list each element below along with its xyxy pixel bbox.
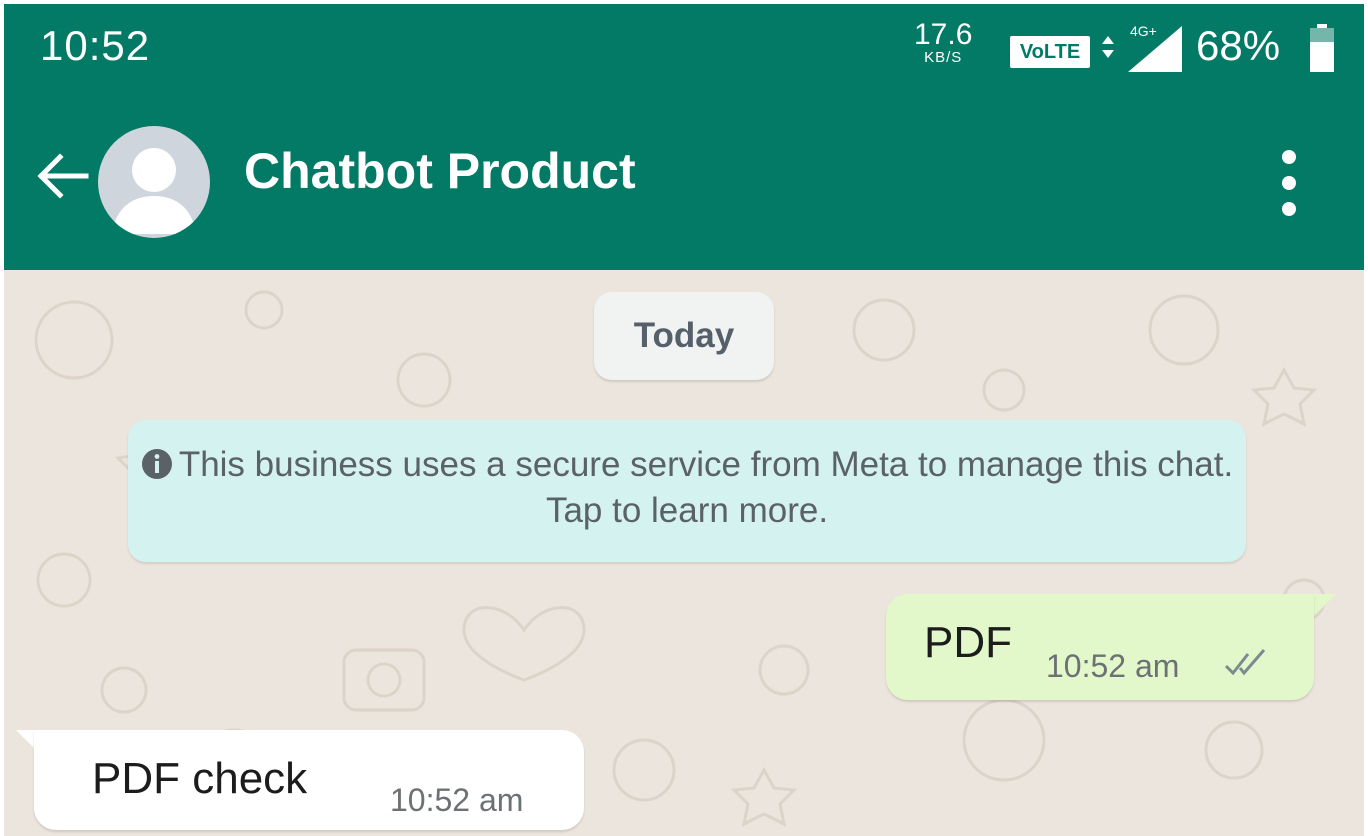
- status-bar: 10:52 17.6 KB/S VoLTE 4G+ 68%: [4, 4, 1364, 96]
- notice-text: This business uses a secure service from…: [178, 445, 1234, 530]
- battery-fill: [1310, 42, 1334, 72]
- battery-icon: [1310, 24, 1334, 72]
- info-icon: [141, 449, 172, 479]
- read-double-check-icon: [1224, 649, 1266, 676]
- contact-avatar[interactable]: [98, 126, 210, 238]
- message-text: PDF check: [92, 754, 308, 803]
- message-time: 10:52 am: [390, 782, 524, 818]
- data-down-arrow-icon: [1102, 50, 1114, 58]
- avatar-placeholder-icon: [112, 148, 196, 234]
- volte-icon: VoLTE: [1010, 36, 1090, 68]
- message-time: 10:52 am: [1046, 648, 1180, 684]
- network-speed: 17.6 KB/S: [914, 18, 973, 66]
- chat-area[interactable]: Today This business uses a secure servic…: [4, 270, 1364, 836]
- more-vert-icon[interactable]: [1272, 150, 1306, 216]
- network-type-label: 4G+: [1130, 23, 1157, 39]
- chat-header: Chatbot Product: [4, 96, 1364, 270]
- date-separator: Today: [594, 292, 774, 380]
- incoming-message[interactable]: PDF check 10:52 am: [34, 730, 584, 830]
- message-text: PDF: [924, 618, 1012, 667]
- encryption-notice[interactable]: This business uses a secure service from…: [128, 420, 1246, 562]
- outgoing-bubble-tail: [1314, 594, 1336, 616]
- back-arrow-icon[interactable]: [32, 146, 92, 206]
- network-speed-unit: KB/S: [924, 49, 963, 66]
- data-up-arrow-icon: [1102, 36, 1114, 44]
- contact-name[interactable]: Chatbot Product: [244, 142, 636, 200]
- phone-screen: 10:52 17.6 KB/S VoLTE 4G+ 68% Chatbot Pr…: [4, 4, 1364, 836]
- outgoing-message[interactable]: PDF 10:52 am: [886, 594, 1314, 700]
- network-speed-value: 17.6: [914, 18, 973, 51]
- status-clock: 10:52: [40, 22, 151, 69]
- signal-icon: 4G+: [1102, 23, 1182, 72]
- battery-percent: 68%: [1196, 22, 1281, 69]
